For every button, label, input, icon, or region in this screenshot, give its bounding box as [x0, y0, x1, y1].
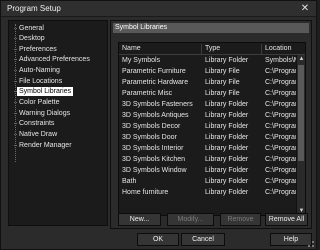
cell-type: Library Folder [205, 189, 249, 196]
cell-type: Library Folder [205, 156, 249, 163]
table-row[interactable]: Home furniture Library Folder C:\Program [119, 188, 297, 198]
cell-type: Library File [205, 90, 240, 97]
cell-name: My Symbols [122, 57, 161, 64]
nav-item-advanced-preferences[interactable]: Advanced Preferences [14, 55, 92, 64]
nav-item-symbol-libraries[interactable]: Symbol Libraries [13, 87, 74, 96]
table-row[interactable]: Bath Library Folder C:\Program [119, 177, 297, 187]
table-row[interactable]: 3D Symbols Door Library Folder C:\Progra… [119, 133, 297, 143]
program-setup-window: Program Setup ✕ General Desktop Preferen… [0, 0, 317, 250]
table-row[interactable]: 3D Symbols Interior Library Folder C:\Pr… [119, 144, 297, 154]
cell-location: C:\Program [265, 123, 297, 130]
table-row[interactable]: Parametric Misc Library File C:\Program [119, 89, 297, 99]
cell-type: Library Folder [205, 134, 249, 141]
cell-type: Library Folder [205, 57, 249, 64]
ok-button[interactable]: OK [137, 233, 179, 246]
cell-name: 3D Symbols Fasteners [122, 101, 193, 108]
nav-item-file-locations[interactable]: File Locations [13, 77, 64, 86]
libraries-table: Name Type Location My Symbols Library Fo… [118, 42, 306, 216]
cell-name: Parametric Furniture [122, 68, 186, 75]
cell-name: 3D Symbols Decor [122, 123, 181, 130]
column-header-name[interactable]: Name [119, 44, 202, 54]
column-header-location[interactable]: Location [262, 44, 305, 54]
nav-item-general[interactable]: General [14, 24, 46, 33]
cell-type: Library Folder [205, 112, 249, 119]
cell-location: C:\Program [265, 189, 297, 196]
settings-nav-tree: General Desktop Preferences Advanced Pre… [8, 20, 108, 226]
cell-name: Home furniture [122, 189, 169, 196]
cell-name: 3D Symbols Door [122, 134, 177, 141]
cell-name: Parametric Misc [122, 90, 173, 97]
cell-name: Parametric Hardware [122, 79, 189, 86]
remove-all-button[interactable]: Remove All [265, 213, 308, 226]
close-icon[interactable]: ✕ [298, 3, 312, 15]
table-row[interactable]: 3D Symbols Window Library Folder C:\Prog… [119, 166, 297, 176]
cell-location: C:\Program [265, 145, 297, 152]
table-row[interactable]: My Symbols Library Folder Symbols\My [119, 56, 297, 66]
cell-type: Library Folder [205, 101, 249, 108]
cancel-button[interactable]: Cancel [181, 233, 225, 246]
cell-type: Library File [205, 79, 240, 86]
symbol-libraries-panel: Symbol Libraries Name Type Location My S… [110, 20, 312, 229]
table-row[interactable]: Parametric Hardware Library File C:\Prog… [119, 78, 297, 88]
cell-location: C:\Program [265, 90, 297, 97]
cell-name: Bath [122, 178, 137, 185]
remove-button[interactable]: Remove [220, 213, 261, 226]
cell-name: 3D Symbols Antiques [122, 112, 189, 119]
panel-title: Symbol Libraries [113, 23, 309, 33]
table-row[interactable]: 3D Symbols Decor Library Folder C:\Progr… [119, 122, 297, 132]
window-title: Program Setup [7, 4, 61, 13]
scroll-up-icon[interactable]: ▲ [297, 55, 305, 64]
column-header-type[interactable]: Type [202, 44, 262, 54]
cell-location: C:\Program [265, 68, 297, 75]
scrollbar-thumb[interactable] [298, 65, 304, 161]
cell-name: 3D Symbols Kitchen [122, 156, 186, 163]
cell-location: Symbols\My [265, 57, 297, 64]
help-button[interactable]: Help [270, 233, 312, 246]
nav-item-color-palette[interactable]: Color Palette [13, 98, 61, 107]
table-row[interactable]: 3D Symbols Antiques Library Folder C:\Pr… [119, 111, 297, 121]
resize-grip-icon[interactable] [308, 241, 314, 247]
nav-item-render-manager[interactable]: Render Manager [14, 141, 74, 150]
nav-item-warning-dialogs[interactable]: Warning Dialogs [13, 109, 72, 118]
nav-item-preferences[interactable]: Preferences [14, 45, 59, 54]
cell-location: C:\Program [265, 79, 297, 86]
cell-name: 3D Symbols Window [122, 167, 187, 174]
table-row[interactable]: 3D Symbols Kitchen Library Folder C:\Pro… [119, 155, 297, 165]
cell-type: Library Folder [205, 167, 249, 174]
cell-location: C:\Program [265, 112, 297, 119]
cell-location: C:\Program [265, 101, 297, 108]
cell-type: Library Folder [205, 145, 249, 152]
vertical-scrollbar[interactable]: ▲ ▼ [296, 55, 305, 215]
cell-location: C:\Program [265, 134, 297, 141]
nav-item-auto-naming[interactable]: Auto-Naming [14, 66, 62, 75]
table-row[interactable]: Parametric Furniture Library File C:\Pro… [119, 67, 297, 77]
table-row[interactable]: 3D Symbols Fasteners Library Folder C:\P… [119, 100, 297, 110]
cell-location: C:\Program [265, 178, 297, 185]
cell-location: C:\Program [265, 167, 297, 174]
cell-location: C:\Program [265, 156, 297, 163]
cell-name: 3D Symbols Interior [122, 145, 184, 152]
new-button[interactable]: New... [118, 213, 161, 226]
nav-item-constraints[interactable]: Constraints [13, 119, 56, 128]
table-header: Name Type Location [119, 43, 305, 55]
title-bar: Program Setup ✕ [1, 1, 316, 17]
nav-item-desktop[interactable]: Desktop [14, 34, 47, 43]
tree-connector-line [15, 24, 16, 162]
cell-type: Library File [205, 68, 240, 75]
modify-button[interactable]: Modify... [167, 213, 214, 226]
cell-type: Library Folder [205, 178, 249, 185]
nav-item-native-draw[interactable]: Native Draw [13, 130, 59, 139]
cell-type: Library Folder [205, 123, 249, 130]
